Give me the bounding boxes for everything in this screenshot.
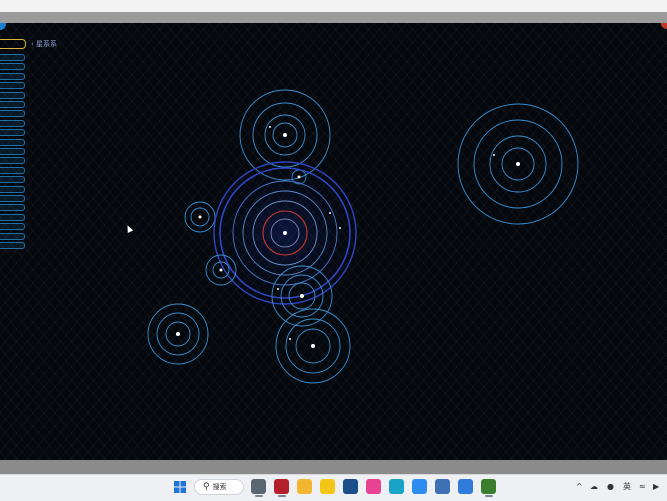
sidebar-tab[interactable] — [0, 166, 25, 174]
edge-browser-icon[interactable] — [389, 479, 404, 494]
file-explorer-icon[interactable] — [297, 479, 312, 494]
sidebar-tab[interactable] — [0, 110, 25, 118]
sidebar-tab[interactable] — [0, 213, 25, 221]
sidebar-tab[interactable] — [0, 129, 25, 137]
sidebar-tab[interactable] — [0, 82, 25, 90]
browser-toolbar-band — [0, 12, 667, 23]
notes-icon[interactable] — [320, 479, 335, 494]
running-indicator — [254, 495, 263, 497]
running-indicator — [484, 495, 493, 497]
cloud-icon[interactable]: ☁ — [590, 481, 598, 493]
volume-icon[interactable]: ▶ — [653, 481, 659, 493]
chevron-up-icon[interactable]: ^ — [576, 481, 583, 493]
sidebar-tab[interactable] — [0, 204, 25, 212]
sidebar-tab[interactable] — [0, 157, 25, 165]
start-button[interactable] — [172, 479, 187, 494]
sidebar-tab[interactable] — [0, 91, 25, 99]
sidebar-tab[interactable] — [0, 195, 25, 202]
game-app-icon[interactable] — [481, 479, 496, 494]
sidebar-tab[interactable] — [0, 63, 25, 71]
app-red-icon[interactable] — [274, 479, 289, 494]
sidebar-tab[interactable] — [0, 72, 25, 80]
system-label[interactable]: ‹ 星系系 — [31, 40, 57, 48]
sidebar-tab[interactable] — [0, 185, 25, 193]
sidebar-tab[interactable] — [0, 223, 25, 231]
paint-app-icon[interactable] — [366, 479, 381, 494]
galaxy-map-canvas[interactable] — [0, 23, 667, 460]
browser-top-bar — [0, 0, 667, 12]
search-label: 搜索 — [212, 483, 227, 491]
taskbar-search[interactable]: ⚲ 搜索 — [194, 479, 244, 495]
running-indicator — [277, 495, 286, 497]
star-system-7[interactable] — [147, 303, 209, 365]
sidebar-tab[interactable] — [0, 138, 25, 146]
search-icon: ⚲ — [203, 482, 210, 492]
windows-logo-icon — [173, 480, 186, 493]
sidebar-tab[interactable] — [0, 232, 25, 240]
sidebar-tab[interactable] — [0, 176, 25, 184]
star-system-6[interactable] — [271, 265, 333, 327]
mail-app-icon[interactable] — [412, 479, 427, 494]
microphone-icon[interactable]: ● — [607, 481, 614, 493]
back-button[interactable] — [0, 39, 26, 49]
photos-app-icon[interactable] — [435, 479, 450, 494]
calendar-app-icon[interactable] — [343, 479, 358, 494]
galaxy-map-viewport[interactable]: ‹ 星系系 — [0, 23, 667, 460]
window-bottom-band — [0, 460, 667, 474]
sidebar-tab[interactable] — [0, 119, 25, 127]
ime-indicator[interactable]: 英 — [623, 481, 631, 493]
wifi-icon[interactable]: ≈ — [639, 481, 646, 493]
sidebar-tab[interactable] — [0, 101, 25, 108]
sidebar-tab[interactable] — [0, 242, 25, 249]
maps-app-icon[interactable] — [458, 479, 473, 494]
sidebar-tab[interactable] — [0, 148, 25, 155]
widgets-icon[interactable] — [251, 479, 266, 494]
sidebar-tab[interactable] — [0, 54, 25, 61]
